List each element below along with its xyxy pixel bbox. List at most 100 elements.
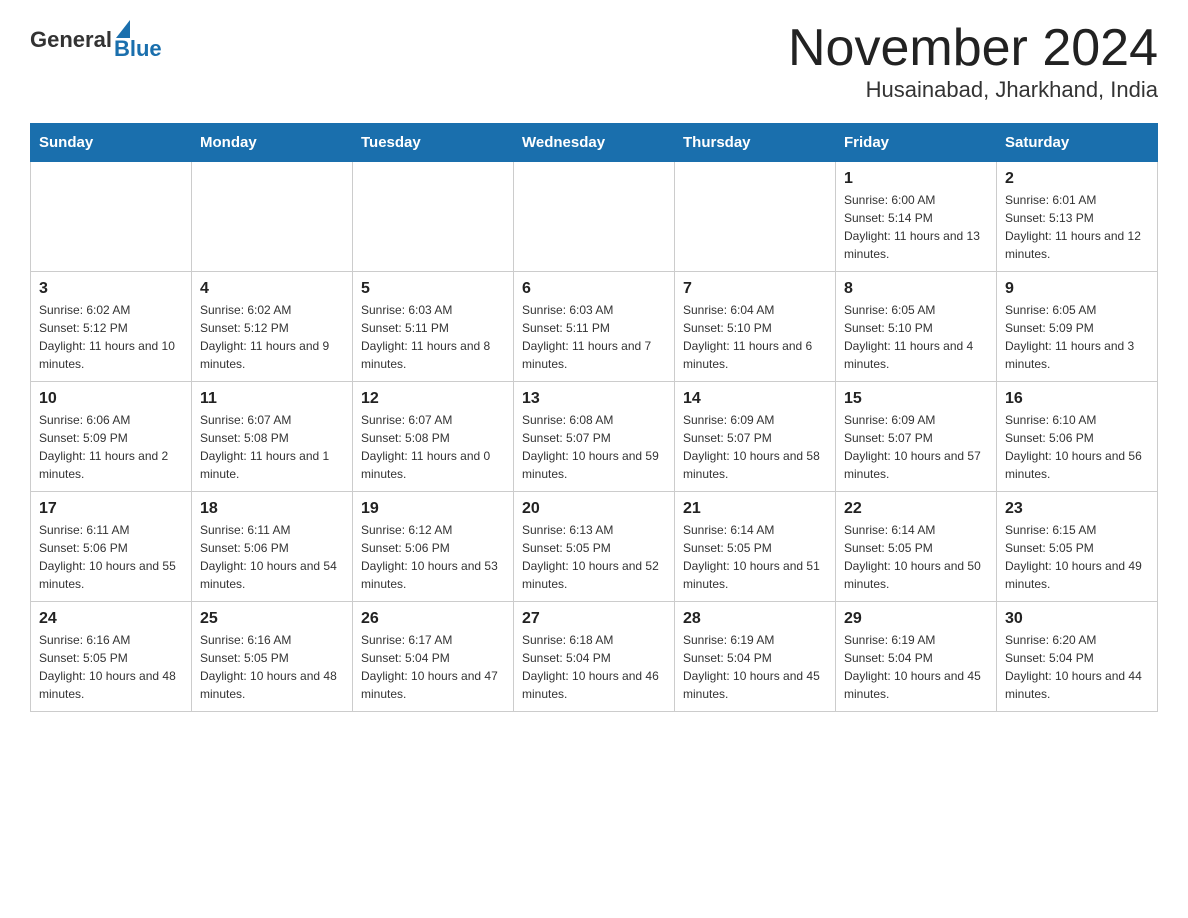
day-number: 1 [844, 170, 988, 188]
day-number: 21 [683, 500, 827, 518]
day-number: 26 [361, 610, 505, 628]
day-number: 18 [200, 500, 344, 518]
day-info: Sunrise: 6:15 AMSunset: 5:05 PMDaylight:… [1005, 521, 1149, 593]
day-number: 22 [844, 500, 988, 518]
calendar-cell: 4 Sunrise: 6:02 AMSunset: 5:12 PMDaylight… [192, 272, 353, 382]
calendar-header: SundayMondayTuesdayWednesdayThursdayFrid… [31, 124, 1158, 162]
logo-general-text: General [30, 27, 112, 53]
day-number: 8 [844, 280, 988, 298]
calendar-cell: 2 Sunrise: 6:01 AMSunset: 5:13 PMDaylight… [997, 162, 1158, 272]
day-number: 30 [1005, 610, 1149, 628]
calendar-cell [353, 162, 514, 272]
day-info: Sunrise: 6:09 AMSunset: 5:07 PMDaylight:… [844, 411, 988, 483]
day-number: 4 [200, 280, 344, 298]
day-number: 25 [200, 610, 344, 628]
day-number: 11 [200, 390, 344, 408]
day-info: Sunrise: 6:16 AMSunset: 5:05 PMDaylight:… [200, 631, 344, 703]
calendar-cell: 10Sunrise: 6:06 AMSunset: 5:09 PMDayligh… [31, 382, 192, 492]
calendar-cell: 18 Sunrise: 6:11 AMSunset: 5:06 PMDayligh… [192, 492, 353, 602]
calendar-cell: 24 Sunrise: 6:16 AMSunset: 5:05 PMDayligh… [31, 602, 192, 712]
calendar-cell: 29Sunrise: 6:19 AMSunset: 5:04 PMDayligh… [836, 602, 997, 712]
day-info: Sunrise: 6:01 AMSunset: 5:13 PMDaylight:… [1005, 191, 1149, 263]
calendar-cell: 9 Sunrise: 6:05 AMSunset: 5:09 PMDaylight… [997, 272, 1158, 382]
day-info: Sunrise: 6:17 AMSunset: 5:04 PMDaylight:… [361, 631, 505, 703]
calendar-week-1: 1 Sunrise: 6:00 AMSunset: 5:14 PMDaylight… [31, 162, 1158, 272]
day-number: 5 [361, 280, 505, 298]
day-info: Sunrise: 6:14 AMSunset: 5:05 PMDaylight:… [683, 521, 827, 593]
day-info: Sunrise: 6:16 AMSunset: 5:05 PMDaylight:… [39, 631, 183, 703]
day-number: 17 [39, 500, 183, 518]
day-header-saturday: Saturday [997, 124, 1158, 162]
calendar-cell: 21 Sunrise: 6:14 AMSunset: 5:05 PMDayligh… [675, 492, 836, 602]
calendar-week-3: 10Sunrise: 6:06 AMSunset: 5:09 PMDayligh… [31, 382, 1158, 492]
logo: General Blue [30, 20, 162, 60]
day-number: 9 [1005, 280, 1149, 298]
calendar-cell: 12Sunrise: 6:07 AMSunset: 5:08 PMDayligh… [353, 382, 514, 492]
day-number: 16 [1005, 390, 1149, 408]
calendar-body: 1 Sunrise: 6:00 AMSunset: 5:14 PMDaylight… [31, 162, 1158, 712]
calendar-cell: 14 Sunrise: 6:09 AMSunset: 5:07 PMDayligh… [675, 382, 836, 492]
day-header-tuesday: Tuesday [353, 124, 514, 162]
header-row: SundayMondayTuesdayWednesdayThursdayFrid… [31, 124, 1158, 162]
calendar-week-4: 17 Sunrise: 6:11 AMSunset: 5:06 PMDayligh… [31, 492, 1158, 602]
day-info: Sunrise: 6:14 AMSunset: 5:05 PMDaylight:… [844, 521, 988, 593]
day-info: Sunrise: 6:05 AMSunset: 5:10 PMDaylight:… [844, 301, 988, 373]
calendar-cell: 26 Sunrise: 6:17 AMSunset: 5:04 PMDayligh… [353, 602, 514, 712]
day-number: 27 [522, 610, 666, 628]
calendar-week-2: 3 Sunrise: 6:02 AMSunset: 5:12 PMDaylight… [31, 272, 1158, 382]
day-info: Sunrise: 6:13 AMSunset: 5:05 PMDaylight:… [522, 521, 666, 593]
day-info: Sunrise: 6:11 AMSunset: 5:06 PMDaylight:… [39, 521, 183, 593]
day-header-monday: Monday [192, 124, 353, 162]
calendar-cell: 8 Sunrise: 6:05 AMSunset: 5:10 PMDaylight… [836, 272, 997, 382]
day-info: Sunrise: 6:03 AMSunset: 5:11 PMDaylight:… [522, 301, 666, 373]
day-header-wednesday: Wednesday [514, 124, 675, 162]
day-info: Sunrise: 6:09 AMSunset: 5:07 PMDaylight:… [683, 411, 827, 483]
calendar-cell: 11Sunrise: 6:07 AMSunset: 5:08 PMDayligh… [192, 382, 353, 492]
calendar-cell: 20 Sunrise: 6:13 AMSunset: 5:05 PMDayligh… [514, 492, 675, 602]
calendar-cell: 15Sunrise: 6:09 AMSunset: 5:07 PMDayligh… [836, 382, 997, 492]
day-number: 12 [361, 390, 505, 408]
calendar-cell [192, 162, 353, 272]
calendar-cell: 30 Sunrise: 6:20 AMSunset: 5:04 PMDayligh… [997, 602, 1158, 712]
logo-blue-text: Blue [114, 38, 162, 60]
calendar-cell: 22 Sunrise: 6:14 AMSunset: 5:05 PMDayligh… [836, 492, 997, 602]
day-info: Sunrise: 6:05 AMSunset: 5:09 PMDaylight:… [1005, 301, 1149, 373]
day-number: 10 [39, 390, 183, 408]
day-header-thursday: Thursday [675, 124, 836, 162]
day-info: Sunrise: 6:00 AMSunset: 5:14 PMDaylight:… [844, 191, 988, 263]
logo-blue-container: Blue [114, 20, 162, 60]
calendar-cell: 28 Sunrise: 6:19 AMSunset: 5:04 PMDayligh… [675, 602, 836, 712]
day-number: 29 [844, 610, 988, 628]
calendar-cell [675, 162, 836, 272]
calendar-cell: 19Sunrise: 6:12 AMSunset: 5:06 PMDayligh… [353, 492, 514, 602]
day-number: 13 [522, 390, 666, 408]
day-number: 2 [1005, 170, 1149, 188]
day-number: 7 [683, 280, 827, 298]
day-info: Sunrise: 6:02 AMSunset: 5:12 PMDaylight:… [200, 301, 344, 373]
day-info: Sunrise: 6:03 AMSunset: 5:11 PMDaylight:… [361, 301, 505, 373]
day-number: 19 [361, 500, 505, 518]
calendar-cell: 1 Sunrise: 6:00 AMSunset: 5:14 PMDaylight… [836, 162, 997, 272]
day-info: Sunrise: 6:19 AMSunset: 5:04 PMDaylight:… [683, 631, 827, 703]
day-header-friday: Friday [836, 124, 997, 162]
calendar-cell: 17 Sunrise: 6:11 AMSunset: 5:06 PMDayligh… [31, 492, 192, 602]
day-number: 28 [683, 610, 827, 628]
calendar-cell: 16Sunrise: 6:10 AMSunset: 5:06 PMDayligh… [997, 382, 1158, 492]
calendar-cell: 3Sunrise: 6:02 AMSunset: 5:12 PMDaylight… [31, 272, 192, 382]
day-number: 24 [39, 610, 183, 628]
calendar-cell: 23Sunrise: 6:15 AMSunset: 5:05 PMDayligh… [997, 492, 1158, 602]
calendar-cell: 13Sunrise: 6:08 AMSunset: 5:07 PMDayligh… [514, 382, 675, 492]
day-info: Sunrise: 6:20 AMSunset: 5:04 PMDaylight:… [1005, 631, 1149, 703]
day-number: 20 [522, 500, 666, 518]
calendar-cell: 7 Sunrise: 6:04 AMSunset: 5:10 PMDaylight… [675, 272, 836, 382]
calendar-cell [31, 162, 192, 272]
calendar-cell: 25 Sunrise: 6:16 AMSunset: 5:05 PMDayligh… [192, 602, 353, 712]
day-info: Sunrise: 6:11 AMSunset: 5:06 PMDaylight:… [200, 521, 344, 593]
page-subtitle: Husainabad, Jharkhand, India [788, 77, 1158, 103]
calendar-cell: 5 Sunrise: 6:03 AMSunset: 5:11 PMDaylight… [353, 272, 514, 382]
day-number: 3 [39, 280, 183, 298]
calendar-cell: 27Sunrise: 6:18 AMSunset: 5:04 PMDayligh… [514, 602, 675, 712]
day-header-sunday: Sunday [31, 124, 192, 162]
day-info: Sunrise: 6:04 AMSunset: 5:10 PMDaylight:… [683, 301, 827, 373]
day-number: 14 [683, 390, 827, 408]
